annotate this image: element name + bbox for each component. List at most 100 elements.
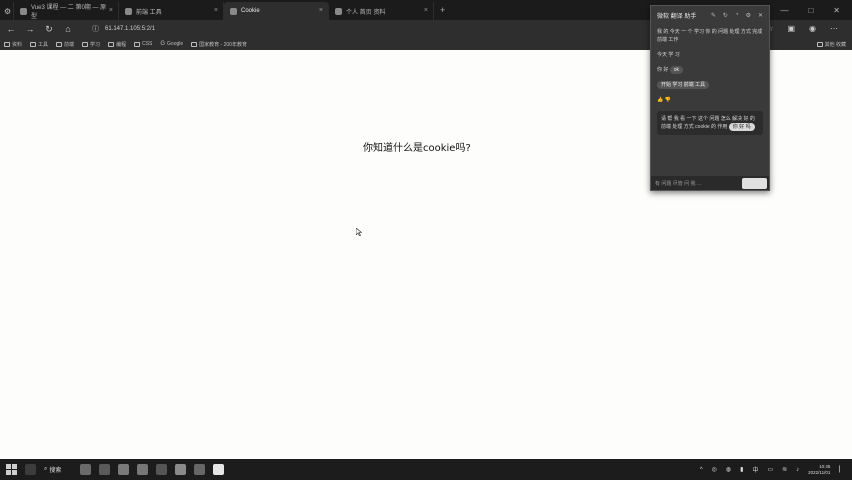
chat-chip[interactable]: 你 好 吗 bbox=[728, 123, 755, 131]
wifi-icon[interactable]: ≋ bbox=[782, 466, 787, 473]
clock[interactable]: 10:45 2022/11/01 bbox=[808, 464, 830, 476]
bookmark-label: Google bbox=[167, 41, 184, 47]
bookmark-item[interactable]: 国家教育 - 200年教育 bbox=[191, 41, 247, 48]
typora-icon[interactable] bbox=[213, 464, 224, 475]
system-tray: ^ ◎ ◍ ▮ 中 ▭ ≋ ♪ 10:45 2022/11/01 ▏ bbox=[700, 464, 852, 476]
tab-label: 个人 首页 资料 bbox=[346, 9, 386, 16]
display-icon[interactable]: ▭ bbox=[767, 466, 773, 473]
widgets-icon[interactable] bbox=[25, 464, 36, 475]
bookmark-label: 其他 收藏 bbox=[824, 41, 846, 48]
folder-icon bbox=[134, 41, 141, 47]
refresh-icon[interactable]: ↻ bbox=[723, 12, 728, 19]
close-window-icon[interactable]: ✕ bbox=[833, 6, 840, 15]
notification-icon[interactable]: ▏ bbox=[839, 466, 844, 473]
tab-3-active[interactable]: Cookie × bbox=[224, 2, 329, 20]
chat-input-placeholder: 有 问题 尽管 问 我 ... bbox=[655, 180, 702, 187]
taskbar-search[interactable]: ⌕ 搜索 bbox=[44, 465, 72, 474]
chat-chip[interactable]: ok bbox=[669, 66, 684, 74]
minimize-icon[interactable]: — bbox=[780, 6, 788, 15]
address-bar[interactable]: ⓘ 61.147.1.105:5:2/1 bbox=[92, 24, 155, 34]
browser-menu-icon[interactable]: ⚙ bbox=[0, 2, 14, 20]
bookmark-label: CSS bbox=[142, 41, 153, 47]
app-icon[interactable] bbox=[156, 464, 167, 475]
taskbar: ⌕ 搜索 ^ ◎ ◍ ▮ 中 ▭ ≋ ♪ 10:45 2022/11/01 ▏ bbox=[0, 459, 852, 480]
chevron-up-icon[interactable]: ^ bbox=[700, 467, 703, 473]
chat-feedback: 👍 👎 bbox=[657, 96, 763, 104]
taskbar-search-label: 搜索 bbox=[49, 468, 62, 474]
folder-icon bbox=[108, 41, 115, 47]
chat-input[interactable]: 有 问题 尽管 问 我 ... bbox=[651, 176, 769, 190]
forward-icon[interactable]: → bbox=[25, 24, 35, 34]
new-tab-icon[interactable]: + bbox=[440, 5, 445, 15]
thumbs-down-icon[interactable]: 👎 bbox=[665, 97, 671, 103]
more-icon[interactable]: ⋯ bbox=[830, 24, 838, 34]
close-icon[interactable]: ✕ bbox=[758, 12, 763, 19]
tab-4[interactable]: 个人 首页 资料 × bbox=[329, 2, 434, 20]
app-icon[interactable] bbox=[118, 464, 129, 475]
profile-icon[interactable]: ◉ bbox=[809, 24, 816, 34]
chat-reply: 请 帮 我 看 一下 这个 问题 怎么 解决 好 的 前端 处理 方式 cook… bbox=[657, 111, 763, 135]
chat-message: 开始 学习 前端 工具 bbox=[657, 81, 763, 89]
panel-actions: ✎ ↻ ◔ ⚙ ✕ bbox=[711, 12, 763, 19]
bookmark-item[interactable]: 前端 bbox=[56, 41, 74, 48]
tab-label: Cookie bbox=[241, 8, 260, 14]
other-bookmarks[interactable]: 其他 收藏 bbox=[816, 41, 852, 48]
tab-favicon-icon bbox=[230, 7, 237, 15]
chat-chip[interactable]: 开始 学习 前端 工具 bbox=[657, 81, 710, 89]
maximize-icon[interactable]: □ bbox=[808, 6, 813, 15]
bookmark-item[interactable]: 资料 bbox=[4, 41, 22, 48]
url-text[interactable]: 61.147.1.105:5:2/1 bbox=[105, 26, 155, 32]
tab-2[interactable]: 前端 工具 × bbox=[119, 2, 224, 20]
shield-icon[interactable]: ◍ bbox=[726, 466, 731, 473]
tab-favicon-icon bbox=[20, 7, 27, 15]
chat-message: 我 的 今天 一 个 学习 你 的 问题 处理 方式 完成 前端 工作 bbox=[657, 29, 763, 43]
chat-log: 我 的 今天 一 个 学习 你 的 问题 处理 方式 完成 前端 工作 今天 学… bbox=[651, 24, 769, 139]
task-view-icon[interactable] bbox=[80, 464, 91, 475]
bookmark-item[interactable]: 编程 bbox=[108, 41, 126, 48]
panel-header: 微软 翻译 助手 ✎ ↻ ◔ ⚙ ✕ bbox=[651, 6, 769, 24]
bookmark-label: 前端 bbox=[64, 41, 75, 48]
close-icon[interactable]: × bbox=[424, 7, 428, 14]
volume-icon[interactable]: ♪ bbox=[796, 467, 799, 473]
google-icon: G bbox=[160, 41, 166, 47]
app-icon[interactable] bbox=[175, 464, 186, 475]
tab-label: 前端 工具 bbox=[136, 9, 162, 16]
sync-icon[interactable]: ◎ bbox=[712, 466, 717, 473]
bell-icon[interactable]: ◔ bbox=[735, 12, 739, 19]
panel-title: 微软 翻译 助手 bbox=[657, 13, 697, 20]
bookmark-label: 资料 bbox=[12, 41, 23, 48]
home-icon[interactable]: ⌂ bbox=[63, 24, 73, 34]
gear-icon[interactable]: ⚙ bbox=[746, 12, 751, 19]
bookmark-item[interactable]: 工具 bbox=[30, 41, 48, 48]
collections-icon[interactable]: ▣ bbox=[787, 24, 795, 34]
page-question: 你知道什么是cookie吗? bbox=[363, 143, 471, 154]
mouse-cursor-icon bbox=[356, 228, 362, 236]
start-button-icon[interactable] bbox=[6, 464, 17, 475]
reload-icon[interactable]: ↻ bbox=[44, 24, 54, 35]
edit-icon[interactable]: ✎ bbox=[711, 12, 716, 19]
close-icon[interactable]: × bbox=[214, 7, 218, 14]
folder-icon bbox=[816, 41, 823, 47]
assistant-panel: 微软 翻译 助手 ✎ ↻ ◔ ⚙ ✕ 我 的 今天 一 个 学习 你 的 问题 … bbox=[650, 5, 770, 191]
info-icon[interactable]: ⓘ bbox=[92, 24, 99, 34]
folder-icon bbox=[82, 41, 89, 47]
bookmark-label: 工具 bbox=[38, 41, 49, 48]
send-button[interactable] bbox=[742, 177, 767, 189]
microphone-icon[interactable]: ▮ bbox=[740, 466, 743, 473]
app-icon[interactable] bbox=[137, 464, 148, 475]
file-explorer-icon[interactable] bbox=[99, 464, 110, 475]
bookmark-label: 国家教育 - 200年教育 bbox=[199, 41, 247, 48]
close-icon[interactable]: × bbox=[319, 7, 323, 14]
thumbs-up-icon[interactable]: 👍 bbox=[657, 97, 663, 103]
folder-icon bbox=[4, 41, 10, 47]
folder-icon bbox=[56, 41, 63, 47]
bookmark-item[interactable]: G Google bbox=[160, 41, 183, 47]
app-icon[interactable] bbox=[194, 464, 205, 475]
bookmark-item[interactable]: 学习 bbox=[82, 41, 100, 48]
bookmark-item[interactable]: CSS bbox=[134, 41, 152, 47]
folder-icon bbox=[191, 41, 198, 47]
back-icon[interactable]: ← bbox=[6, 24, 16, 34]
close-icon[interactable]: × bbox=[109, 7, 113, 14]
tab-1[interactable]: Vue3 课程 — 二 第0期 — 原型 × bbox=[14, 2, 119, 20]
input-method-icon[interactable]: 中 bbox=[752, 465, 758, 474]
